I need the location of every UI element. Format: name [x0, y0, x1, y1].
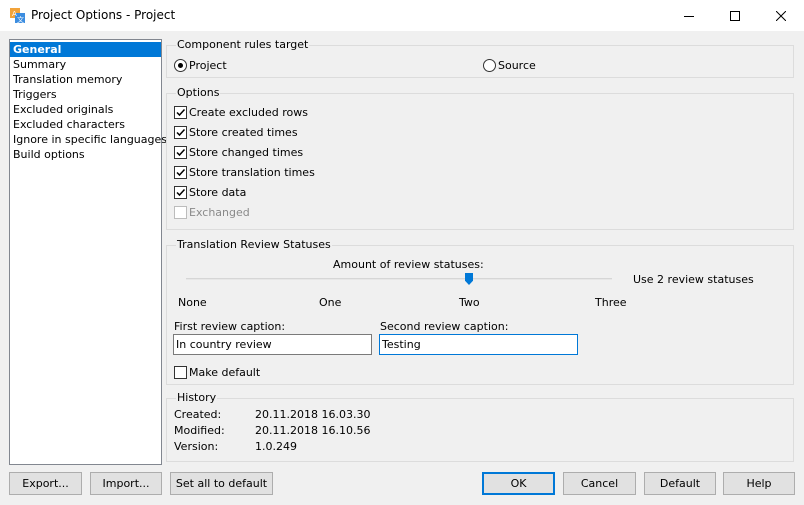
history-title: History: [176, 391, 218, 404]
review-statuses-title: Translation Review Statuses: [176, 238, 332, 251]
make-default-checkbox[interactable]: [174, 366, 187, 379]
radio-selected-dot: [178, 63, 183, 68]
default-button[interactable]: Default: [644, 472, 716, 495]
store-created-times-checkbox[interactable]: [174, 126, 187, 139]
nav-item-translation-memory[interactable]: Translation memory: [10, 72, 161, 87]
checkmark-icon: [176, 128, 186, 137]
maximize-icon: [730, 10, 740, 21]
created-label: Created:: [174, 408, 222, 421]
nav-item-ignore-languages[interactable]: Ignore in specific languages: [10, 132, 167, 147]
version-value: 1.0.249: [255, 440, 297, 453]
close-button[interactable]: [758, 0, 804, 31]
import-button[interactable]: Import...: [90, 472, 162, 495]
store-changed-times-checkbox[interactable]: [174, 146, 187, 159]
app-icon: A 文: [10, 8, 25, 24]
create-excluded-rows-checkbox[interactable]: [174, 106, 187, 119]
create-excluded-rows-label[interactable]: Create excluded rows: [189, 106, 308, 119]
slider-label: Amount of review statuses:: [333, 258, 484, 271]
checkmark-icon: [176, 108, 186, 117]
nav-item-general[interactable]: General: [10, 42, 161, 57]
exchanged-label: Exchanged: [189, 206, 250, 219]
modified-label: Modified:: [174, 424, 225, 437]
second-caption-input[interactable]: Testing: [379, 334, 578, 355]
nav-item-summary[interactable]: Summary: [10, 57, 161, 72]
exchanged-checkbox[interactable]: [174, 206, 187, 219]
nav-item-excluded-originals[interactable]: Excluded originals: [10, 102, 161, 117]
store-translation-times-label[interactable]: Store translation times: [189, 166, 315, 179]
radio-source[interactable]: [483, 59, 496, 72]
component-rules-title: Component rules target: [176, 38, 310, 51]
modified-value: 20.11.2018 16.10.56: [255, 424, 371, 437]
close-icon: [776, 10, 786, 21]
version-label: Version:: [174, 440, 219, 453]
tick-label-two: Two: [459, 296, 480, 309]
ok-button[interactable]: OK: [482, 472, 555, 495]
title-bar: A 文 Project Options - Project: [0, 0, 804, 31]
nav-item-triggers[interactable]: Triggers: [10, 87, 161, 102]
tick-label-one: One: [319, 296, 342, 309]
options-title: Options: [176, 86, 221, 99]
radio-project-label[interactable]: Project: [189, 59, 227, 72]
radio-project[interactable]: [174, 59, 187, 72]
minimize-button[interactable]: [666, 0, 712, 31]
options-nav-list[interactable]: General Summary Translation memory Trigg…: [9, 39, 167, 465]
store-data-checkbox[interactable]: [174, 186, 187, 199]
cancel-button[interactable]: Cancel: [563, 472, 636, 495]
tick-label-none: None: [178, 296, 207, 309]
checkmark-icon: [176, 188, 186, 197]
store-changed-times-label[interactable]: Store changed times: [189, 146, 303, 159]
checkmark-icon: [176, 168, 186, 177]
set-all-default-button[interactable]: Set all to default: [170, 472, 273, 495]
help-button[interactable]: Help: [723, 472, 795, 495]
tick-label-three: Three: [595, 296, 627, 309]
window-title: Project Options - Project: [31, 8, 176, 22]
minimize-icon: [684, 15, 694, 17]
nav-item-build-options[interactable]: Build options: [10, 147, 161, 162]
svg-text:文: 文: [17, 15, 24, 24]
export-button[interactable]: Export...: [9, 472, 82, 495]
store-created-times-label[interactable]: Store created times: [189, 126, 298, 139]
maximize-button[interactable]: [712, 0, 758, 31]
store-translation-times-checkbox[interactable]: [174, 166, 187, 179]
make-default-label[interactable]: Make default: [189, 366, 260, 379]
review-amount-slider[interactable]: [186, 278, 612, 280]
first-caption-label: First review caption:: [174, 320, 286, 333]
checkmark-icon: [176, 148, 186, 157]
created-value: 20.11.2018 16.03.30: [255, 408, 371, 421]
review-status-text: Use 2 review statuses: [633, 273, 754, 286]
radio-source-label[interactable]: Source: [498, 59, 536, 72]
first-caption-input[interactable]: In country review: [173, 334, 372, 355]
component-rules-group: Component rules target: [166, 38, 794, 78]
nav-item-excluded-characters[interactable]: Excluded characters: [10, 117, 161, 132]
second-caption-label: Second review caption:: [380, 320, 509, 333]
store-data-label[interactable]: Store data: [189, 186, 246, 199]
